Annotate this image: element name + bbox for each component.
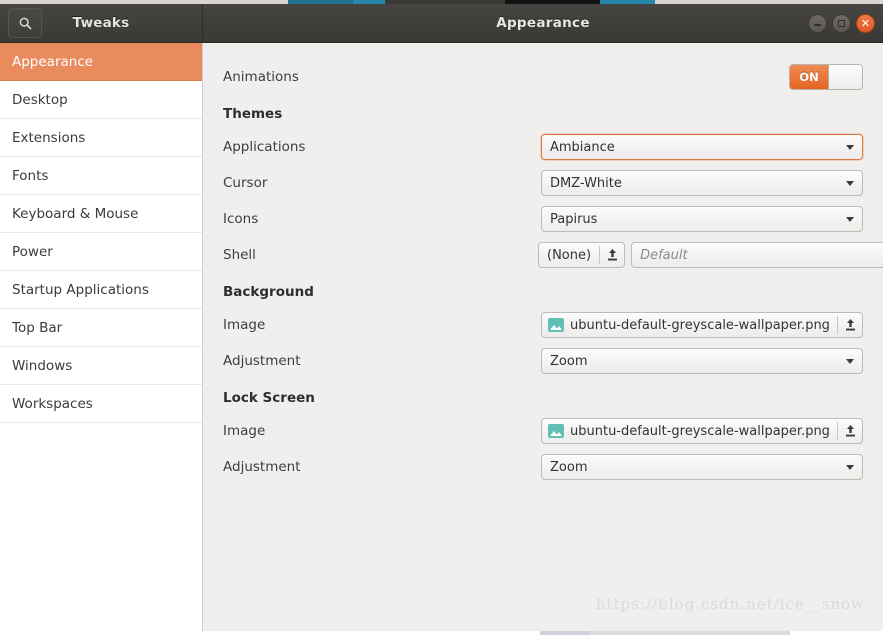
row-background-adjustment: Adjustment Zoom: [223, 343, 863, 379]
watermark: https://blog.csdn.net/ice__snow: [595, 595, 865, 613]
window-body: Appearance Desktop Extensions Fonts Keyb…: [0, 43, 883, 631]
background-adjustment-dropdown[interactable]: Zoom: [541, 348, 863, 374]
minimize-icon: [814, 24, 821, 26]
sidebar-item-label: Power: [12, 243, 53, 260]
chevron-down-icon: [846, 358, 854, 364]
sidebar-item-label: Windows: [12, 357, 73, 374]
chevron-down-icon: [846, 144, 854, 150]
background-image-label: Image: [223, 317, 266, 333]
lock-screen-adjustment-value: Zoom: [550, 459, 588, 475]
cursor-theme-value: DMZ-White: [550, 175, 622, 191]
shell-theme-dropdown[interactable]: Default: [631, 242, 883, 268]
shell-theme-value: Default: [640, 247, 688, 263]
chevron-down-icon: [846, 464, 854, 470]
row-background-image: Image ubuntu-default-greyscale-wallpaper…: [223, 307, 863, 343]
chevron-down-icon: [846, 216, 854, 222]
sidebar-item-desktop[interactable]: Desktop: [0, 81, 202, 119]
lock-screen-adjustment-dropdown[interactable]: Zoom: [541, 454, 863, 480]
sidebar-item-label: Extensions: [12, 129, 86, 146]
animations-switch[interactable]: ON: [789, 64, 863, 90]
row-theme-cursor: Cursor DMZ-White: [223, 165, 863, 201]
search-icon: [18, 16, 33, 31]
sidebar: Appearance Desktop Extensions Fonts Keyb…: [0, 43, 203, 631]
upload-icon[interactable]: [838, 318, 862, 332]
image-file-icon: [548, 424, 564, 438]
icons-theme-dropdown[interactable]: Papirus: [541, 206, 863, 232]
applications-theme-dropdown[interactable]: Ambiance: [541, 134, 863, 160]
row-lock-screen-adjustment: Adjustment Zoom: [223, 449, 863, 485]
row-animations: Animations ON: [223, 59, 863, 95]
themes-heading: Themes: [223, 106, 283, 122]
sidebar-item-startup-applications[interactable]: Startup Applications: [0, 271, 202, 309]
shell-theme-file-button[interactable]: (None): [538, 242, 626, 268]
maximize-button[interactable]: [832, 13, 851, 33]
applications-theme-value: Ambiance: [550, 139, 615, 155]
bottom-edge: [0, 631, 883, 635]
page-title: Appearance: [496, 15, 590, 31]
icons-label: Icons: [223, 211, 259, 227]
close-icon: ✕: [860, 16, 871, 30]
image-file-icon: [548, 318, 564, 332]
upload-icon[interactable]: [600, 248, 624, 262]
sidebar-item-label: Startup Applications: [12, 281, 149, 298]
chevron-down-icon: [846, 180, 854, 186]
tweaks-window: Tweaks Appearance ✕ Appearance Desktop E…: [0, 4, 883, 631]
row-lock-screen-image: Image ubuntu-default-greyscale-wallpaper…: [223, 413, 863, 449]
sidebar-item-label: Keyboard & Mouse: [12, 205, 139, 222]
sidebar-item-appearance[interactable]: Appearance: [0, 43, 202, 81]
lock-screen-image-file-button[interactable]: ubuntu-default-greyscale-wallpaper.png: [541, 418, 863, 444]
sidebar-item-top-bar[interactable]: Top Bar: [0, 309, 202, 347]
row-theme-shell: Shell (None) Default: [223, 237, 883, 273]
titlebar-right-pane: Appearance ✕: [203, 4, 883, 42]
background-adjustment-label: Adjustment: [223, 353, 301, 369]
animations-switch-state: ON: [790, 65, 828, 89]
cursor-theme-dropdown[interactable]: DMZ-White: [541, 170, 863, 196]
titlebar-left-pane: Tweaks: [0, 4, 203, 42]
close-button[interactable]: ✕: [856, 13, 875, 33]
background-heading: Background: [223, 284, 314, 300]
applications-label: Applications: [223, 139, 306, 155]
icons-theme-value: Papirus: [550, 211, 598, 227]
lock-screen-adjustment-label: Adjustment: [223, 459, 301, 475]
maximize-icon: [838, 19, 845, 27]
sidebar-item-extensions[interactable]: Extensions: [0, 119, 202, 157]
sidebar-item-label: Top Bar: [12, 319, 63, 336]
window-controls: ✕: [808, 13, 875, 33]
animations-switch-knob: [828, 65, 862, 89]
sidebar-item-label: Appearance: [12, 53, 94, 70]
sidebar-item-label: Workspaces: [12, 395, 93, 412]
row-theme-icons: Icons Papirus: [223, 201, 863, 237]
shell-label: Shell: [223, 247, 256, 263]
sidebar-item-keyboard-mouse[interactable]: Keyboard & Mouse: [0, 195, 202, 233]
lock-screen-image-file-name: ubuntu-default-greyscale-wallpaper.png: [570, 423, 830, 439]
sidebar-item-windows[interactable]: Windows: [0, 347, 202, 385]
sidebar-item-workspaces[interactable]: Workspaces: [0, 385, 202, 423]
row-theme-applications: Applications Ambiance: [223, 129, 863, 165]
cursor-label: Cursor: [223, 175, 268, 191]
appearance-panel: Animations ON Themes Applications Ambian…: [203, 43, 883, 631]
background-image-file-button[interactable]: ubuntu-default-greyscale-wallpaper.png: [541, 312, 863, 338]
lock-screen-heading: Lock Screen: [223, 390, 315, 406]
sidebar-item-fonts[interactable]: Fonts: [0, 157, 202, 195]
animations-label: Animations: [223, 69, 299, 85]
lock-screen-image-label: Image: [223, 423, 266, 439]
sidebar-item-power[interactable]: Power: [0, 233, 202, 271]
minimize-button[interactable]: [808, 13, 827, 33]
background-adjustment-value: Zoom: [550, 353, 588, 369]
sidebar-item-label: Fonts: [12, 167, 49, 184]
upload-icon[interactable]: [838, 424, 862, 438]
search-button[interactable]: [8, 8, 42, 38]
background-image-file-name: ubuntu-default-greyscale-wallpaper.png: [570, 317, 830, 333]
sidebar-item-label: Desktop: [12, 91, 68, 108]
app-title: Tweaks: [72, 15, 130, 31]
titlebar: Tweaks Appearance ✕: [0, 4, 883, 43]
shell-theme-file-name: (None): [547, 247, 592, 263]
